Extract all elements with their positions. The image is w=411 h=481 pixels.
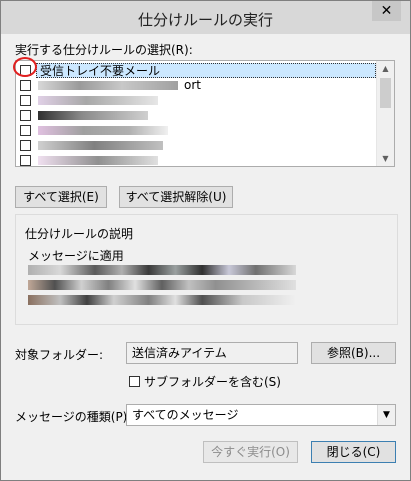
redacted-rule-name	[38, 126, 168, 135]
browse-button[interactable]: 参照(B)...	[311, 342, 396, 364]
deselect-all-button[interactable]: すべて選択解除(U)	[119, 186, 233, 208]
message-type-label: メッセージの種類(P):	[15, 410, 132, 424]
rule-checkbox[interactable]	[20, 110, 31, 121]
target-folder-label: 対象フォルダー:	[15, 348, 104, 362]
message-type-value: すべてのメッセージ	[132, 408, 239, 422]
scroll-down-icon[interactable]: ▼	[377, 151, 394, 166]
message-type-select[interactable]: すべてのメッセージ ▼	[126, 404, 396, 426]
rule-checkbox[interactable]	[20, 140, 31, 151]
redacted-description	[28, 265, 296, 275]
scroll-up-icon[interactable]: ▲	[377, 61, 394, 76]
list-item[interactable]	[16, 153, 376, 166]
rule-checkbox[interactable]	[20, 155, 31, 166]
list-item[interactable]	[16, 108, 376, 123]
rules-dialog: 仕分けルールの実行 ✕ 実行する仕分けルールの選択(R): 受信トレイ不要メール…	[0, 0, 411, 481]
highlight-circle	[13, 57, 37, 77]
list-item[interactable]: ort	[16, 78, 376, 93]
rule-checkbox[interactable]	[20, 80, 31, 91]
rule-checkbox[interactable]	[20, 95, 31, 106]
rule-label: 受信トレイ不要メール	[36, 63, 376, 78]
redacted-description	[28, 280, 296, 290]
list-item[interactable]	[16, 138, 376, 153]
chevron-down-icon[interactable]: ▼	[377, 405, 395, 425]
rule-label: ort	[184, 78, 201, 92]
target-folder-field: 送信済みアイテム	[126, 342, 298, 364]
rule-description-title: 仕分けルールの説明	[25, 227, 134, 241]
rule-checkbox[interactable]	[20, 125, 31, 136]
rules-list[interactable]: 受信トレイ不要メール ort ▲ ▼	[15, 60, 395, 167]
close-icon[interactable]: ✕	[372, 1, 401, 21]
title-bar: 仕分けルールの実行 ✕	[1, 1, 410, 34]
list-item[interactable]	[16, 123, 376, 138]
redacted-description	[28, 295, 296, 305]
redacted-rule-name	[38, 156, 158, 165]
select-all-button[interactable]: すべて選択(E)	[15, 186, 107, 208]
applies-to-text: メッセージに適用	[28, 249, 124, 263]
list-item[interactable]: 受信トレイ不要メール	[16, 63, 376, 78]
include-subfolders-label: サブフォルダーを含む(S)	[144, 375, 281, 389]
rules-list-label: 実行する仕分けルールの選択(R):	[15, 43, 193, 57]
redacted-rule-name	[38, 96, 158, 105]
scroll-thumb[interactable]	[380, 78, 391, 108]
list-scrollbar[interactable]: ▲ ▼	[376, 61, 394, 166]
run-now-button[interactable]: 今すぐ実行(O)	[203, 441, 298, 463]
window-title: 仕分けルールの実行	[137, 11, 273, 29]
include-subfolders-checkbox[interactable]	[129, 376, 140, 387]
redacted-rule-name	[38, 141, 163, 150]
redacted-rule-name	[38, 81, 178, 90]
list-item[interactable]	[16, 93, 376, 108]
close-button[interactable]: 閉じる(C)	[311, 441, 396, 463]
redacted-rule-name	[38, 111, 148, 120]
